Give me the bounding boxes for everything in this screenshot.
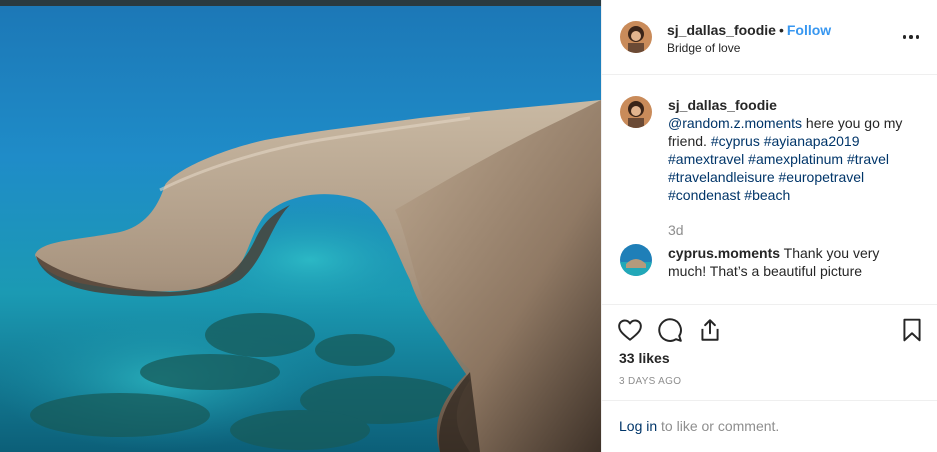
caption-text: sj_dallas_foodie @random.z.moments here … <box>668 96 920 204</box>
post-photo[interactable] <box>0 0 601 452</box>
reply-username[interactable]: cyprus.moments <box>668 245 780 261</box>
hashtag-link[interactable]: #amexplatinum <box>748 151 843 167</box>
caption-username[interactable]: sj_dallas_foodie <box>668 96 920 114</box>
hashtag-link[interactable]: #europetravel <box>779 169 865 185</box>
login-prompt-text: to like or comment. <box>657 418 780 434</box>
login-prompt: Log in to like or comment. <box>602 400 937 452</box>
heart-icon[interactable] <box>617 317 643 343</box>
more-options-icon[interactable] <box>900 26 922 48</box>
post-date[interactable]: 3 DAYS AGO <box>619 376 681 387</box>
reply-avatar[interactable] <box>620 244 652 276</box>
author-username[interactable]: sj_dallas_foodie <box>667 22 776 38</box>
post-header: sj_dallas_foodie • Follow Bridge of love <box>602 0 937 75</box>
bookmark-icon[interactable] <box>899 317 925 343</box>
caption-timestamp[interactable]: 3d <box>668 222 684 238</box>
avatar-image <box>620 21 652 53</box>
hashtag-link[interactable]: #amextravel <box>668 151 744 167</box>
comment-icon[interactable] <box>657 317 683 343</box>
separator-dot: • <box>778 22 784 38</box>
hashtag-link[interactable]: #travel <box>847 151 889 167</box>
mention-link[interactable]: @random.z.moments <box>668 115 802 131</box>
hashtag-link[interactable]: #cyprus <box>711 133 760 149</box>
post-side-panel: sj_dallas_foodie • Follow Bridge of love s… <box>601 0 937 452</box>
photo-image <box>0 0 601 452</box>
avatar-image <box>620 244 652 276</box>
hashtag-link[interactable]: #beach <box>744 187 790 203</box>
share-icon[interactable] <box>697 317 723 343</box>
reply-text: cyprus.moments Thank you very much! That… <box>668 244 920 280</box>
follow-button[interactable]: Follow <box>787 22 831 38</box>
header-title-line: sj_dallas_foodie • Follow <box>667 22 831 38</box>
likes-count[interactable]: 33 likes <box>619 350 670 366</box>
caption-avatar[interactable] <box>620 96 652 128</box>
post-location[interactable]: Bridge of love <box>667 41 740 55</box>
author-avatar[interactable] <box>620 21 652 53</box>
comments-section: sj_dallas_foodie @random.z.moments here … <box>602 76 937 304</box>
hashtag-link[interactable]: #ayianapa2019 <box>764 133 860 149</box>
hashtag-link[interactable]: #travelandleisure <box>668 169 775 185</box>
login-link[interactable]: Log in <box>619 418 657 434</box>
avatar-image <box>620 96 652 128</box>
hashtag-link[interactable]: #condenast <box>668 187 740 203</box>
